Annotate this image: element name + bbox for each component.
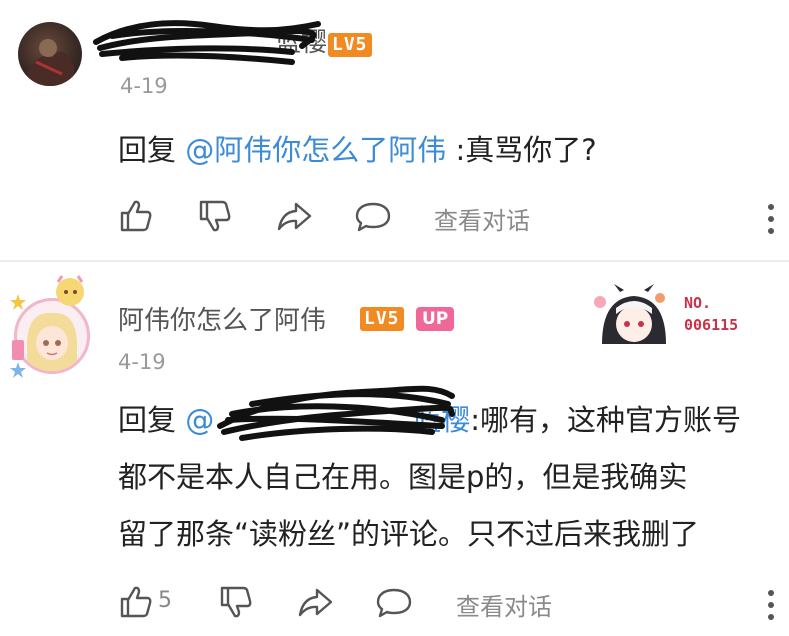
comment-body: :真骂你了? (455, 133, 597, 167)
comment-icon[interactable] (374, 582, 414, 622)
comment-date: 4-19 (120, 74, 168, 98)
thumb-down-icon[interactable] (216, 582, 256, 622)
fan-badge-character-icon (594, 284, 666, 344)
view-conversation-link[interactable]: 查看对话 (456, 587, 552, 622)
avatar[interactable] (14, 298, 90, 374)
share-icon[interactable] (295, 582, 335, 622)
comment-item: 蓝樱 LV5 4-19 回复 @阿伟你怎么了阿伟 :真骂你了? 查看对话 (0, 0, 789, 262)
more-vertical-icon[interactable] (766, 202, 776, 236)
comment-line: 回复 @ 蓝樱:哪有，这种官方账号 (118, 392, 778, 449)
thumb-up-icon[interactable] (116, 582, 156, 622)
share-icon[interactable] (274, 196, 314, 236)
reply-prefix: 回复 (118, 133, 177, 167)
username[interactable]: 阿伟你怎么了阿伟 (118, 300, 326, 337)
mention-link[interactable]: @ 蓝樱 (185, 403, 470, 437)
comment-body-line: 留了那条“读粉丝”的评论。只不过后来我删了 (118, 517, 700, 551)
reply-prefix: 回复 (118, 403, 177, 437)
avatar-image (27, 312, 77, 371)
username[interactable]: 蓝樱 (120, 22, 327, 59)
comment-actions: 5 查看对话 (0, 582, 789, 628)
like-count: 5 (158, 588, 172, 613)
comment-body-line: :哪有，这种官方账号 (470, 403, 742, 437)
thumb-down-icon[interactable] (195, 196, 235, 236)
comment-icon[interactable] (353, 196, 393, 236)
mention-link[interactable]: @阿伟你怎么了阿伟 (185, 133, 446, 167)
comment-text: 回复 @阿伟你怎么了阿伟 :真骂你了? (118, 122, 597, 179)
comment-date: 4-19 (118, 350, 166, 374)
fan-badge-number: NO. 006115 (684, 294, 739, 334)
view-conversation-link[interactable]: 查看对话 (434, 201, 530, 236)
level-badge: LV5 (328, 33, 372, 57)
comment-body-line: 都不是本人自己在用。图是p的，但是我确实 (118, 460, 688, 494)
level-badge: LV5 (360, 307, 404, 331)
thumb-up-icon[interactable] (116, 196, 156, 236)
username-suffix: 蓝樱 (275, 28, 328, 58)
comment-item: 阿伟你怎么了阿伟 LV5 UP NO. 006115 4-19 回复 @ 蓝樱:哪… (0, 262, 789, 636)
more-vertical-icon[interactable] (766, 588, 776, 622)
up-badge: UP (416, 307, 455, 331)
avatar-image (28, 39, 74, 86)
avatar[interactable] (18, 22, 82, 86)
comment-actions: 查看对话 (0, 196, 789, 242)
comment-text: 回复 @ 蓝樱:哪有，这种官方账号 都不是本人自己在用。图是p的，但是我确实 留了… (118, 392, 778, 563)
